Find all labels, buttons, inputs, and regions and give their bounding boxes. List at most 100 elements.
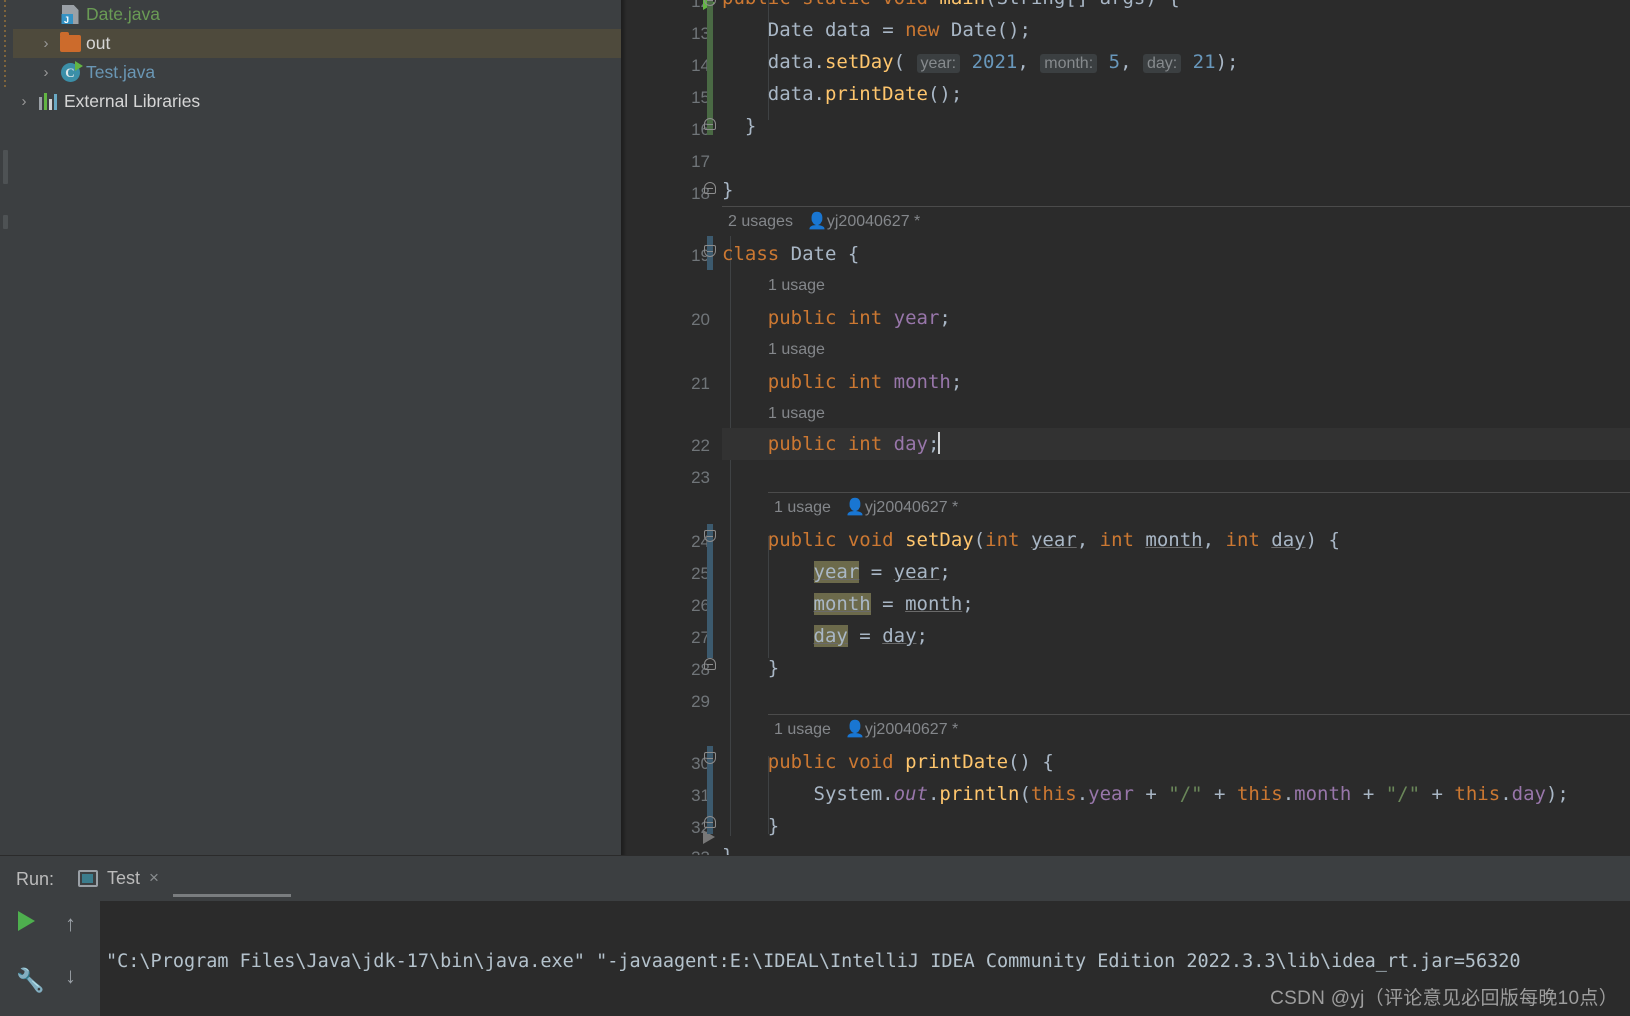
fold-marker[interactable] xyxy=(704,0,720,10)
code-line-23[interactable] xyxy=(722,460,1630,492)
fold-marker[interactable] xyxy=(704,182,720,198)
usages-count[interactable]: 1 usage xyxy=(768,341,825,358)
code-line-28[interactable]: } xyxy=(722,652,1630,684)
text-caret xyxy=(938,432,941,454)
line-number: 20 xyxy=(691,310,710,329)
close-icon[interactable]: × xyxy=(149,868,159,888)
strip-dots-icon xyxy=(4,0,6,90)
code-line-29[interactable] xyxy=(722,684,1630,716)
code-line-25[interactable]: year = year; xyxy=(722,556,1630,588)
author-name[interactable]: yj20040627 * xyxy=(827,213,920,230)
editor-gutter[interactable]: 12 13 14 15 16 17 18 19 20 21 22 23 24 2… xyxy=(621,0,722,867)
author-name[interactable]: yj20040627 * xyxy=(865,499,958,516)
project-tree[interactable]: Date.java › out › C Test.java › External xyxy=(13,0,621,116)
java-file-icon xyxy=(57,5,83,24)
run-tab-label: Test xyxy=(107,867,141,888)
code-vision-year[interactable]: 1 usage xyxy=(768,270,825,302)
usages-count[interactable]: 1 usage xyxy=(768,277,825,294)
panel-divider[interactable] xyxy=(0,855,1630,856)
code-line-24[interactable]: public void setDay(int year, int month, … xyxy=(722,524,1630,556)
scroll-down-icon[interactable]: ↓ xyxy=(65,963,76,989)
project-tool-window: ▫ — — — Date.java › out › C Test.java xyxy=(0,0,621,855)
line-number: 17 xyxy=(691,152,710,171)
run-panel-header: Run: Test × xyxy=(0,857,1630,901)
tree-item-date-java[interactable]: Date.java xyxy=(13,0,621,29)
strip-tab-marker[interactable] xyxy=(3,150,8,184)
tree-item-test-java[interactable]: › C Test.java xyxy=(13,58,621,87)
line-number: 21 xyxy=(691,374,710,393)
code-line-22[interactable]: public int day; xyxy=(722,428,1630,460)
fold-marker[interactable] xyxy=(704,752,720,768)
csdn-watermark: CSDN @yj（评论意见必回版每晚10点） xyxy=(1270,988,1618,1009)
vcs-change-stripe[interactable] xyxy=(707,0,713,135)
code-line-15[interactable]: data.printDate(); xyxy=(722,78,1630,110)
wrench-icon[interactable]: 🔧 xyxy=(16,967,45,993)
fold-marker[interactable] xyxy=(704,118,720,134)
run-configuration-icon xyxy=(78,869,99,887)
code-line-17[interactable] xyxy=(722,142,1630,174)
usages-count[interactable]: 2 usages xyxy=(728,213,793,230)
java-class-icon: C xyxy=(57,61,83,82)
code-line-26[interactable]: month = month; xyxy=(722,588,1630,620)
tree-item-out[interactable]: › out xyxy=(13,29,621,58)
code-vision-setday[interactable]: 1 usage 👤yj20040627 * xyxy=(774,492,958,524)
fold-marker[interactable] xyxy=(704,530,720,546)
run-tool-window: Run: Test × 🔧 ↑ ↓ "C:\Program Files\Java… xyxy=(0,855,1630,1016)
line-number: 29 xyxy=(691,692,710,711)
libraries-icon xyxy=(35,93,61,110)
code-vision-printdate[interactable]: 1 usage 👤yj20040627 * xyxy=(774,714,958,746)
code-line-32[interactable]: } xyxy=(722,810,1630,842)
line-number: 22 xyxy=(691,436,710,455)
tree-item-label: External Libraries xyxy=(64,91,201,111)
code-vision-month[interactable]: 1 usage xyxy=(768,334,825,366)
console-command-line: "C:\Program Files\Java\jdk-17\bin\java.e… xyxy=(106,951,1521,972)
inlay-hint-day: day: xyxy=(1142,54,1182,73)
run-actions-left: 🔧 xyxy=(0,901,55,1016)
code-vision-class-date[interactable]: 2 usages 👤yj20040627 * xyxy=(728,206,920,238)
tree-item-label: Test.java xyxy=(86,62,156,82)
inlay-hint-year: year: xyxy=(916,54,961,73)
tool-window-strip[interactable] xyxy=(0,0,13,855)
strip-tab-marker-2[interactable] xyxy=(3,215,8,229)
author-name[interactable]: yj20040627 * xyxy=(865,721,958,738)
code-line-27[interactable]: day = day; xyxy=(722,620,1630,652)
usages-count[interactable]: 1 usage xyxy=(768,405,825,422)
chevron-right-icon[interactable]: › xyxy=(13,93,35,110)
code-line-30[interactable]: public void printDate() { xyxy=(722,746,1630,778)
code-vision-day[interactable]: 1 usage xyxy=(768,398,825,430)
code-line-13[interactable]: Date data = new Date(); xyxy=(722,14,1630,46)
chevron-right-icon[interactable]: › xyxy=(35,64,57,81)
usages-count[interactable]: 1 usage xyxy=(774,499,831,516)
fold-marker[interactable] xyxy=(704,658,720,674)
code-line-20[interactable]: public int year; xyxy=(722,302,1630,334)
code-line-18[interactable]: } xyxy=(722,174,1630,206)
tree-item-label: Date.java xyxy=(86,4,160,24)
code-editor[interactable]: 12 13 14 15 16 17 18 19 20 21 22 23 24 2… xyxy=(621,0,1630,867)
play-icon[interactable] xyxy=(18,911,35,931)
editor-text-area[interactable]: public static void main(String[] args) {… xyxy=(722,0,1630,867)
inlay-hint-month: month: xyxy=(1040,54,1098,73)
fold-marker[interactable] xyxy=(704,245,720,261)
tree-item-label: out xyxy=(86,33,111,53)
idea-window: ▫ — — — Date.java › out › C Test.java xyxy=(0,0,1630,1016)
scroll-up-icon[interactable]: ↑ xyxy=(65,911,76,937)
fold-marker[interactable] xyxy=(704,816,720,832)
code-line-31[interactable]: System.out.println(this.year + "/" + thi… xyxy=(722,778,1630,810)
run-actions-scroll: ↑ ↓ xyxy=(55,901,100,1016)
folder-icon xyxy=(57,32,83,52)
author-icon: 👤 xyxy=(844,721,865,738)
tree-item-external-libraries[interactable]: › External Libraries xyxy=(13,87,621,116)
code-line-19[interactable]: class Date { xyxy=(722,238,1630,270)
usages-count[interactable]: 1 usage xyxy=(774,721,831,738)
chevron-right-icon[interactable]: › xyxy=(35,35,57,52)
author-icon: 👤 xyxy=(806,213,827,230)
author-icon: 👤 xyxy=(844,499,865,516)
run-label: Run: xyxy=(16,868,55,889)
run-tab-test[interactable]: Test × xyxy=(78,867,292,897)
code-line-21[interactable]: public int month; xyxy=(722,366,1630,398)
line-number: 23 xyxy=(691,468,710,487)
code-line-14[interactable]: data.setDay( year: 2021, month: 5, day: … xyxy=(722,46,1630,78)
code-line-12[interactable]: public static void main(String[] args) { xyxy=(722,0,1630,14)
code-line-16[interactable]: } xyxy=(722,110,1630,142)
run-tab-underline xyxy=(173,893,292,897)
